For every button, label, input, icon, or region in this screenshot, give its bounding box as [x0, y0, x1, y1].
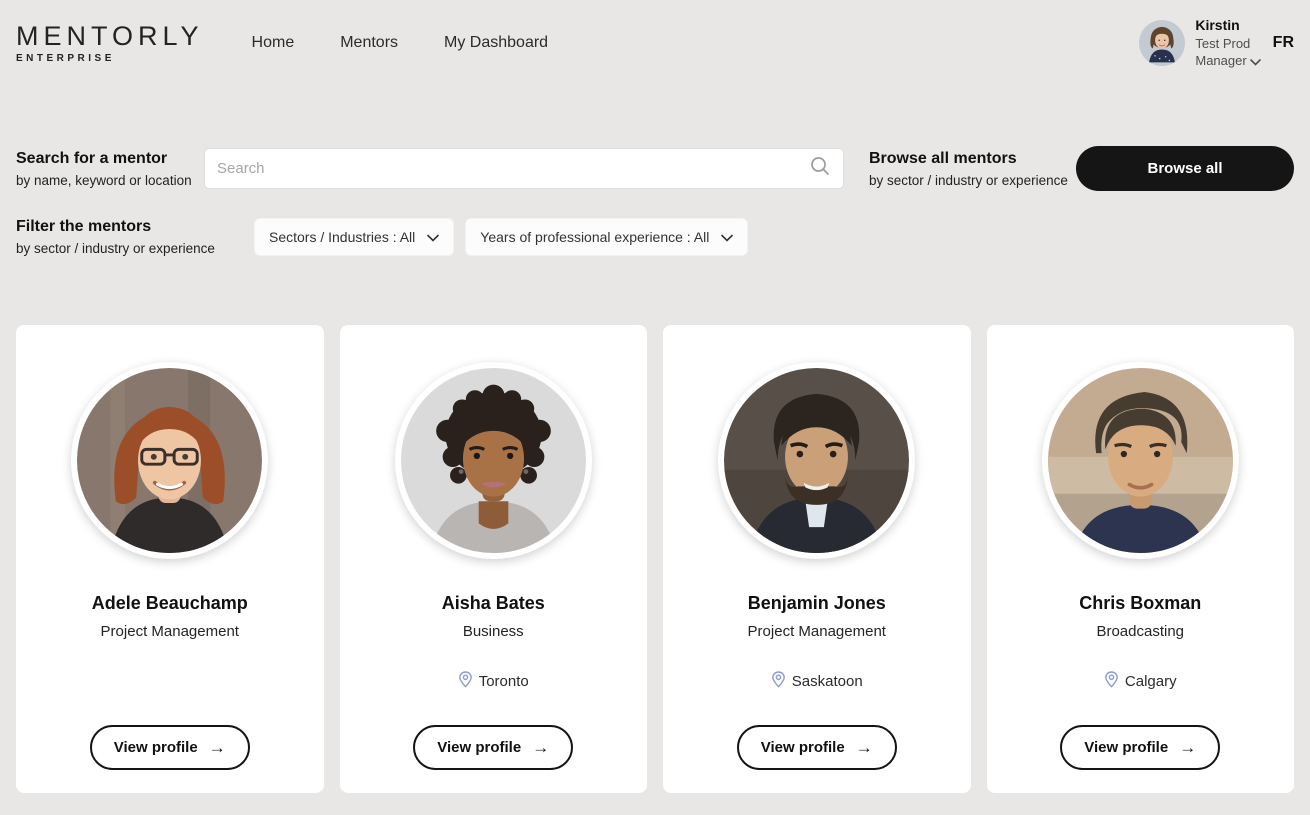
nav-item-my-dashboard[interactable]: My Dashboard [444, 34, 548, 52]
filter-section: Filter the mentors by sector / industry … [16, 218, 1294, 256]
location-pin-icon [771, 671, 786, 692]
mentor-photo [71, 362, 268, 559]
sectors-industries-dropdown[interactable]: Sectors / Industries : All [254, 218, 454, 256]
mentor-card: Adele Beauchamp Project Management View … [16, 325, 324, 793]
location-pin-icon [458, 671, 473, 692]
mentor-photo [718, 362, 915, 559]
nav-item-mentors[interactable]: Mentors [340, 34, 398, 52]
location-pin-icon [1104, 671, 1119, 692]
logo-title: MENTORLY [16, 23, 204, 50]
header: MENTORLY ENTERPRISE Home Mentors My Dash… [16, 0, 1294, 86]
mentor-location: Toronto [479, 673, 529, 690]
mentor-name: Adele Beauchamp [92, 593, 248, 614]
search-subtitle: by name, keyword or location [16, 173, 204, 188]
filter-title: Filter the mentors [16, 218, 254, 236]
chevron-down-icon [427, 229, 439, 245]
mentor-specialty: Project Management [748, 623, 886, 640]
search-box [204, 148, 844, 189]
mentor-location: Calgary [1125, 673, 1177, 690]
browse-title: Browse all mentors [869, 150, 1068, 168]
mentor-photo [1042, 362, 1239, 559]
user-avatar[interactable] [1139, 20, 1185, 66]
browse-subtitle: by sector / industry or experience [869, 173, 1068, 188]
view-profile-label: View profile [761, 739, 845, 756]
logo-subtitle: ENTERPRISE [16, 53, 204, 64]
sectors-dropdown-label: Sectors / Industries : All [269, 229, 415, 245]
user-menu[interactable]: Kirstin Test Prod Manager [1195, 16, 1260, 71]
mentor-location-row: Saskatoon [771, 671, 863, 692]
mentor-card: Benjamin Jones Project Management Saskat… [663, 325, 971, 793]
arrow-right-icon: → [856, 738, 873, 758]
mentor-location: Saskatoon [792, 673, 863, 690]
main-nav: Home Mentors My Dashboard [252, 34, 549, 52]
search-icon[interactable] [809, 155, 831, 182]
mentor-photo [395, 362, 592, 559]
search-label-block: Search for a mentor by name, keyword or … [16, 150, 204, 188]
mentor-specialty: Business [463, 623, 524, 640]
chevron-down-icon [1250, 53, 1261, 71]
mentor-name: Benjamin Jones [748, 593, 886, 614]
browse-label-block: Browse all mentors by sector / industry … [869, 150, 1068, 188]
mentor-cards-grid: Adele Beauchamp Project Management View … [16, 325, 1294, 793]
view-profile-label: View profile [114, 739, 198, 756]
user-area: Kirstin Test Prod Manager FR [1139, 16, 1294, 71]
filter-label-block: Filter the mentors by sector / industry … [16, 218, 254, 256]
mentor-specialty: Project Management [101, 623, 239, 640]
arrow-right-icon: → [532, 738, 549, 758]
view-profile-button[interactable]: View profile → [1060, 725, 1220, 770]
years-dropdown-label: Years of professional experience : All [480, 229, 709, 245]
view-profile-button[interactable]: View profile → [413, 725, 573, 770]
mentor-name: Aisha Bates [442, 593, 545, 614]
filter-subtitle: by sector / industry or experience [16, 241, 254, 256]
search-input[interactable] [217, 160, 809, 177]
chevron-down-icon [721, 229, 733, 245]
view-profile-button[interactable]: View profile → [737, 725, 897, 770]
language-toggle[interactable]: FR [1273, 34, 1294, 52]
user-avatar-image [1139, 20, 1185, 66]
view-profile-button[interactable]: View profile → [90, 725, 250, 770]
search-title: Search for a mentor [16, 150, 204, 168]
browse-all-button[interactable]: Browse all [1076, 146, 1294, 191]
user-role-line-1: Test Prod [1195, 35, 1260, 53]
arrow-right-icon: → [1179, 738, 1196, 758]
mentor-location-row: Toronto [458, 671, 529, 692]
search-section: Search for a mentor by name, keyword or … [16, 146, 1294, 191]
mentor-card: Aisha Bates Business Toronto View profil… [340, 325, 648, 793]
mentor-specialty: Broadcasting [1096, 623, 1184, 640]
view-profile-label: View profile [437, 739, 521, 756]
mentor-card: Chris Boxman Broadcasting Calgary View p… [987, 325, 1295, 793]
arrow-right-icon: → [209, 738, 226, 758]
view-profile-label: View profile [1084, 739, 1168, 756]
mentor-location-row: Calgary [1104, 671, 1177, 692]
nav-item-home[interactable]: Home [252, 34, 295, 52]
logo[interactable]: MENTORLY ENTERPRISE [16, 23, 204, 64]
user-name: Kirstin [1195, 16, 1260, 35]
years-experience-dropdown[interactable]: Years of professional experience : All [465, 218, 748, 256]
user-role-line-2: Manager [1195, 52, 1260, 70]
mentor-name: Chris Boxman [1079, 593, 1201, 614]
